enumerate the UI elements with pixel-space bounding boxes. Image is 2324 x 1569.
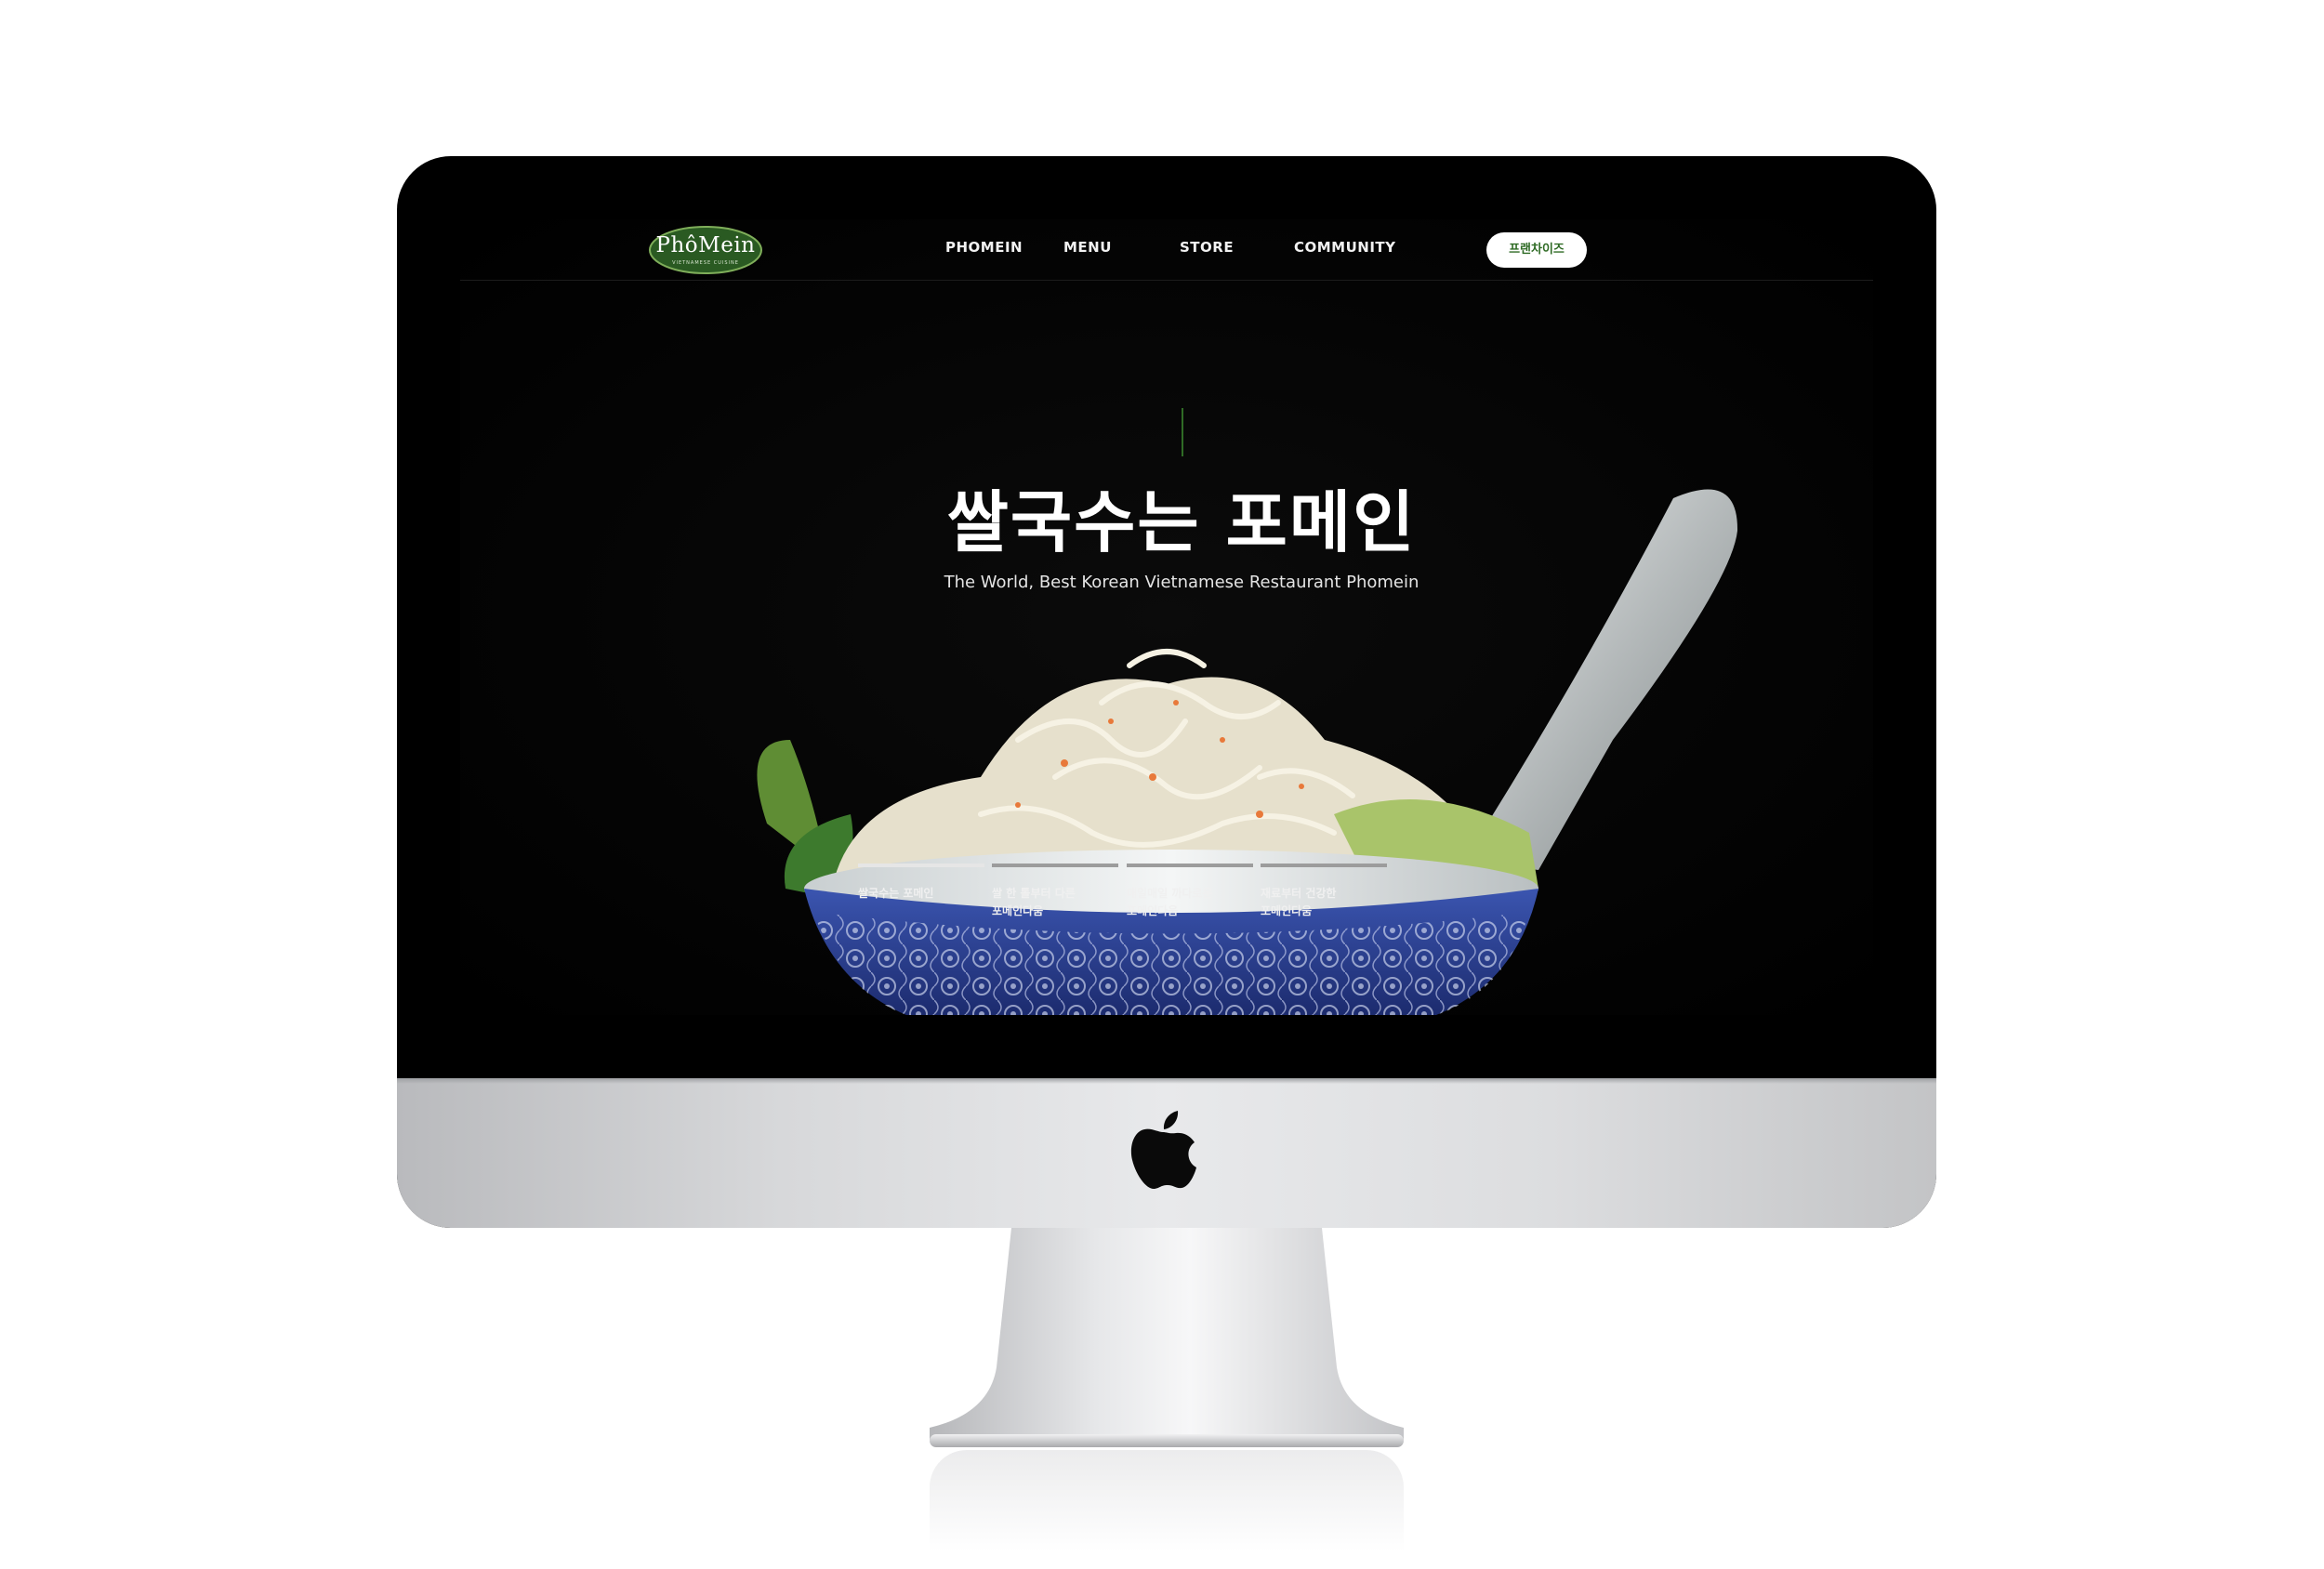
hero-title: 쌀국수는 포메인 (946, 483, 1417, 561)
slide-indicator-3[interactable] (1127, 864, 1253, 867)
site-logo[interactable]: PhôMein VIETNAMESE CUISINE (648, 225, 763, 275)
slide-indicator-2[interactable] (992, 864, 1118, 867)
nav-menu[interactable]: MENU (1063, 239, 1112, 256)
nav-phomein[interactable]: PHOMEIN (945, 239, 1023, 256)
nav-community[interactable]: COMMUNITY (1294, 239, 1396, 256)
slide-caption-line: 재료부터 건강한 (1261, 887, 1337, 900)
site-header: PhôMein VIETNAMESE CUISINE PHOMEIN MENU … (460, 219, 1873, 281)
logo-tagline: VIETNAMESE CUISINE (672, 260, 739, 266)
slide-caption-2[interactable]: 쌀 한 톨부터 다른 포메인다움 (992, 885, 1122, 920)
slide-caption-1[interactable]: 쌀국수는 포메인 (858, 885, 988, 903)
franchise-button[interactable]: 프랜차이즈 (1486, 232, 1587, 268)
slide-caption-4[interactable]: 재료부터 건강한 포메인다움 (1261, 885, 1391, 920)
website-homepage: PhôMein VIETNAMESE CUISINE PHOMEIN MENU … (460, 219, 1873, 1015)
slide-caption-line: 포메인다움 (1127, 904, 1179, 917)
slide-caption-line: 포메인다움 (1261, 904, 1313, 917)
slide-indicator-4[interactable] (1261, 864, 1387, 867)
hero-accent-line (1182, 408, 1183, 456)
slide-caption-line: 포메인다움 (992, 904, 1044, 917)
slide-indicator-1[interactable] (858, 864, 984, 867)
nav-store[interactable]: STORE (1180, 239, 1234, 256)
imac-chin (397, 1078, 1936, 1228)
chin-shadow (397, 1078, 1936, 1084)
slide-caption-line: 쌀국수는 포메인 (858, 887, 934, 900)
slide-caption-line: 매일매일 까다로운 (1127, 887, 1213, 900)
imac-mockup: PhôMein VIETNAMESE CUISINE PHOMEIN MENU … (0, 0, 2324, 1569)
slide-caption-line: 쌀 한 톨부터 다른 (992, 887, 1076, 900)
imac-stand (930, 1228, 1404, 1447)
stand-reflection (930, 1450, 1404, 1552)
apple-logo-icon (1130, 1111, 1196, 1190)
logo-wordmark: PhôMein (655, 233, 756, 257)
hero-subtitle: The World, Best Korean Vietnamese Restau… (944, 573, 1419, 592)
slide-caption-3[interactable]: 매일매일 까다로운 포메인다움 (1127, 885, 1257, 920)
imac-display: PhôMein VIETNAMESE CUISINE PHOMEIN MENU … (397, 156, 1936, 1228)
